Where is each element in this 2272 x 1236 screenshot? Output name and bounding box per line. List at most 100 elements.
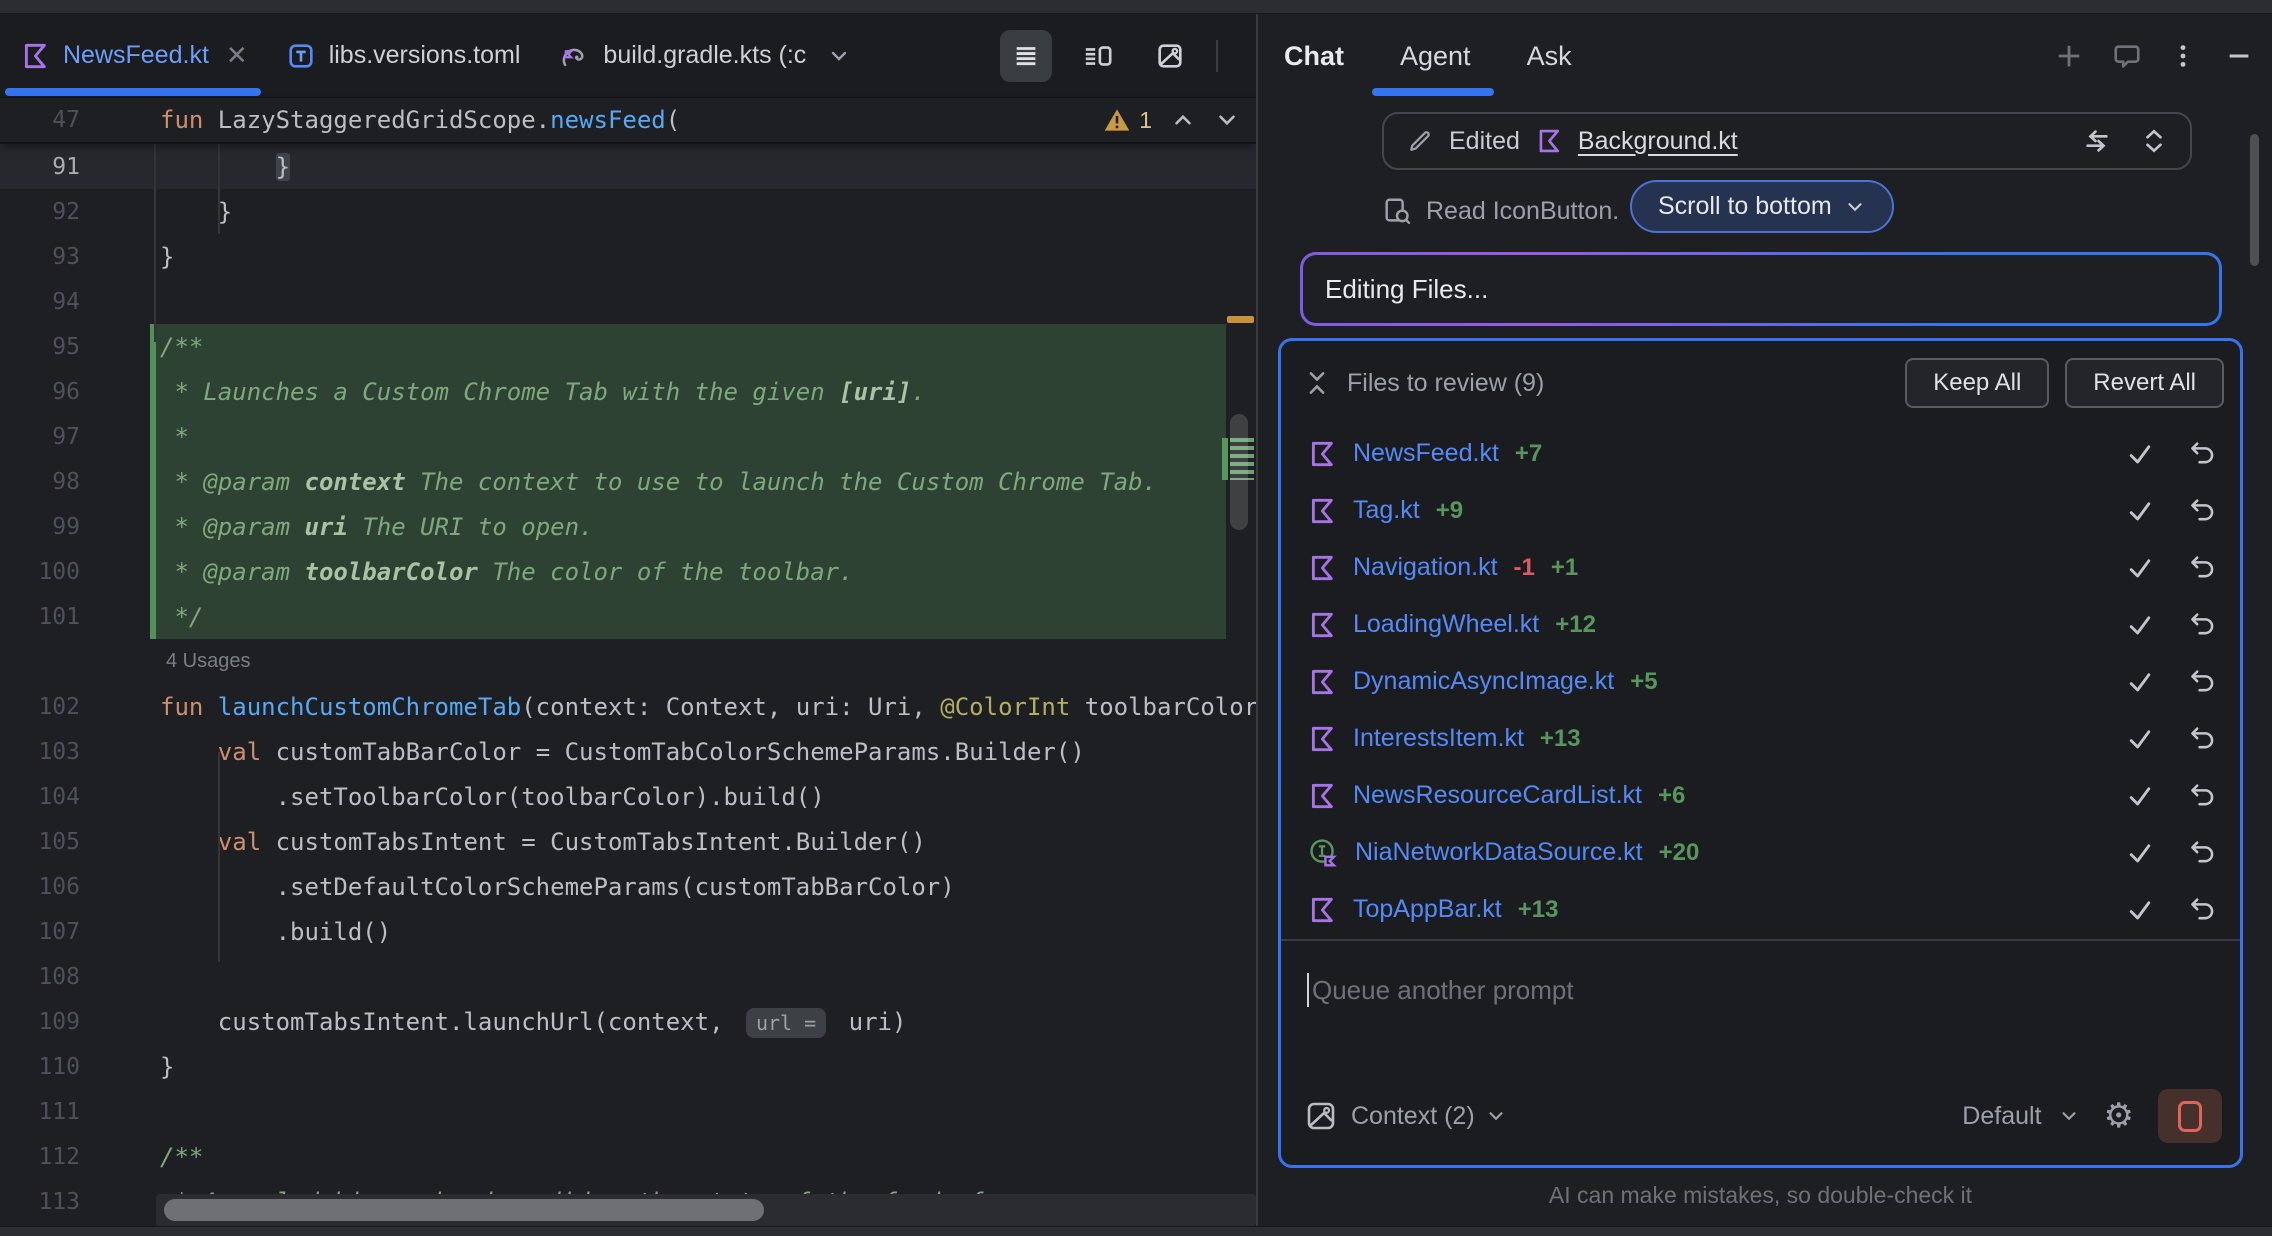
editor-vertical-scrollbar[interactable] <box>1230 414 1248 530</box>
add-context-image-icon[interactable] <box>1305 1100 1337 1132</box>
chat-history-bubble-icon[interactable] <box>2112 41 2142 71</box>
file-link[interactable]: Navigation.kt <box>1353 553 1498 582</box>
keep-file-check-icon[interactable] <box>2124 438 2156 470</box>
new-chat-plus-icon[interactable] <box>2054 41 2084 71</box>
revert-file-undo-icon[interactable] <box>2186 609 2218 641</box>
revert-file-undo-icon[interactable] <box>2186 438 2218 470</box>
tab-ask[interactable]: Ask <box>1527 41 1572 72</box>
next-issue-chevron-down-icon[interactable] <box>1214 107 1240 133</box>
code-line[interactable]: 95/** <box>0 324 1256 369</box>
keep-file-check-icon[interactable] <box>2124 723 2156 755</box>
editing-status-label: Editing Files... <box>1325 274 1488 305</box>
file-link[interactable]: InterestsItem.kt <box>1353 724 1524 753</box>
code-line[interactable]: 100 * @param toolbarColor The color of t… <box>0 549 1256 594</box>
code-line[interactable]: 91 } <box>0 144 1256 189</box>
keep-file-check-icon[interactable] <box>2124 780 2156 812</box>
editor-tab-build-gradle[interactable]: build.gradle.kts (:c <box>538 14 869 98</box>
revert-file-undo-icon[interactable] <box>2186 552 2218 584</box>
model-selector-label[interactable]: Default <box>1962 1102 2041 1131</box>
collapse-icon[interactable] <box>1303 369 1331 397</box>
settings-gear-icon[interactable]: ⚙ <box>2104 1096 2134 1136</box>
context-dropdown-label[interactable]: Context (2) <box>1351 1102 1475 1131</box>
error-stripe-added-mark[interactable] <box>1222 438 1228 480</box>
code-line[interactable]: 105 val customTabsIntent = CustomTabsInt… <box>0 819 1256 864</box>
code-line[interactable]: 93} <box>0 234 1256 279</box>
code-line[interactable]: 107 .build() <box>0 909 1256 954</box>
revert-file-undo-icon[interactable] <box>2186 780 2218 812</box>
code-line[interactable]: 112/** <box>0 1134 1256 1179</box>
previous-issue-chevron-up-icon[interactable] <box>1170 107 1196 133</box>
keep-file-check-icon[interactable] <box>2124 837 2156 869</box>
revert-file-undo-icon[interactable] <box>2186 723 2218 755</box>
revert-file-undo-icon[interactable] <box>2186 894 2218 926</box>
revert-file-undo-icon[interactable] <box>2186 837 2218 869</box>
warning-icon[interactable] <box>1103 108 1131 132</box>
file-link[interactable]: TopAppBar.kt <box>1353 895 1502 924</box>
code-line[interactable]: 108 <box>0 954 1256 999</box>
code-line[interactable]: 111 <box>0 1089 1256 1134</box>
assistant-mode-tabs: Chat Agent Ask <box>1284 14 1572 98</box>
code-line[interactable]: 96 * Launches a Custom Chrome Tab with t… <box>0 369 1256 414</box>
keep-file-check-icon[interactable] <box>2124 552 2156 584</box>
expand-collapse-chevrons-icon[interactable] <box>2140 126 2168 156</box>
file-review-row: TopAppBar.kt+13 <box>1281 881 2240 938</box>
edited-file-card[interactable]: Edited Background.kt <box>1382 112 2192 170</box>
code-line[interactable]: 106 .setDefaultColorSchemeParams(customT… <box>0 864 1256 909</box>
file-review-row: NewsResourceCardList.kt+6 <box>1281 767 2240 824</box>
code-line[interactable]: 98 * @param context The context to use t… <box>0 459 1256 504</box>
code-line[interactable]: 102fun launchCustomChromeTab(context: Co… <box>0 684 1256 729</box>
chevron-down-icon[interactable] <box>1485 1105 1507 1127</box>
code-line[interactable]: 103 val customTabBarColor = CustomTabCol… <box>0 729 1256 774</box>
revert-file-undo-icon[interactable] <box>2186 666 2218 698</box>
code-line[interactable]: 94 <box>0 279 1256 324</box>
file-link[interactable]: NewsFeed.kt <box>1353 439 1499 468</box>
file-actions <box>2124 552 2218 584</box>
prompt-input[interactable]: Queue another prompt <box>1307 973 1574 1007</box>
revert-all-button[interactable]: Revert All <box>2065 358 2224 408</box>
edited-file-link[interactable]: Background.kt <box>1578 127 1738 156</box>
show-diff-swap-arrows-icon[interactable] <box>2082 126 2112 156</box>
close-icon[interactable]: ✕ <box>226 40 248 71</box>
keep-file-check-icon[interactable] <box>2124 609 2156 641</box>
code-line[interactable]: 110} <box>0 1044 1256 1089</box>
file-link[interactable]: DynamicAsyncImage.kt <box>1353 667 1614 696</box>
design-view-button[interactable] <box>1144 30 1196 82</box>
usages-inlay-row[interactable]: 4 Usages <box>0 639 1256 684</box>
sticky-declaration-line[interactable]: 47 fun LazyStaggeredGridScope.newsFeed( … <box>0 98 1256 144</box>
panel-options-kebab-icon[interactable] <box>2170 41 2196 71</box>
hide-panel-minimize-icon[interactable] <box>2224 41 2254 71</box>
chevron-down-icon[interactable] <box>2058 1105 2080 1127</box>
file-link[interactable]: LoadingWheel.kt <box>1353 610 1539 639</box>
added-lines-count: +7 <box>1515 440 1542 468</box>
scroll-to-bottom-button[interactable]: Scroll to bottom <box>1630 180 1894 233</box>
keep-file-check-icon[interactable] <box>2124 495 2156 527</box>
code-view-button[interactable] <box>1000 30 1052 82</box>
code-line[interactable]: 101 */ <box>0 594 1256 639</box>
code-line[interactable]: 104 .setToolbarColor(toolbarColor).build… <box>0 774 1256 819</box>
stop-generation-button[interactable] <box>2158 1089 2222 1143</box>
keep-file-check-icon[interactable] <box>2124 666 2156 698</box>
keep-all-button[interactable]: Keep All <box>1905 358 2049 408</box>
code-line[interactable]: 92 } <box>0 189 1256 234</box>
line-number: 103 <box>0 739 80 765</box>
file-link[interactable]: NiaNetworkDataSource.kt <box>1355 838 1643 867</box>
error-stripe-warning-mark[interactable] <box>1227 316 1254 323</box>
split-view-button[interactable] <box>1072 30 1124 82</box>
file-link[interactable]: NewsResourceCardList.kt <box>1353 781 1642 810</box>
file-link[interactable]: Tag.kt <box>1353 496 1420 525</box>
code-line[interactable]: 99 * @param uri The URI to open. <box>0 504 1256 549</box>
code-line[interactable]: 97 * <box>0 414 1256 459</box>
revert-file-undo-icon[interactable] <box>2186 495 2218 527</box>
editor-tab-libs-versions[interactable]: libs.versions.toml <box>266 14 539 98</box>
tab-chat[interactable]: Chat <box>1284 41 1344 72</box>
chat-vertical-scrollbar[interactable] <box>2250 134 2259 266</box>
usages-inlay-hint[interactable]: 4 Usages <box>166 650 251 673</box>
keep-file-check-icon[interactable] <box>2124 894 2156 926</box>
editor-more-options-kebab-icon[interactable] <box>1238 30 1256 82</box>
files-review-title: Files to review (9) <box>1347 369 1544 398</box>
editor-tab-newsfeed[interactable]: NewsFeed.kt ✕ <box>0 14 266 98</box>
tab-agent[interactable]: Agent <box>1400 41 1471 72</box>
chevron-down-icon[interactable] <box>827 44 851 68</box>
editor-horizontal-scrollbar[interactable] <box>164 1199 764 1221</box>
code-line[interactable]: 109 customTabsIntent.launchUrl(context, … <box>0 999 1256 1044</box>
